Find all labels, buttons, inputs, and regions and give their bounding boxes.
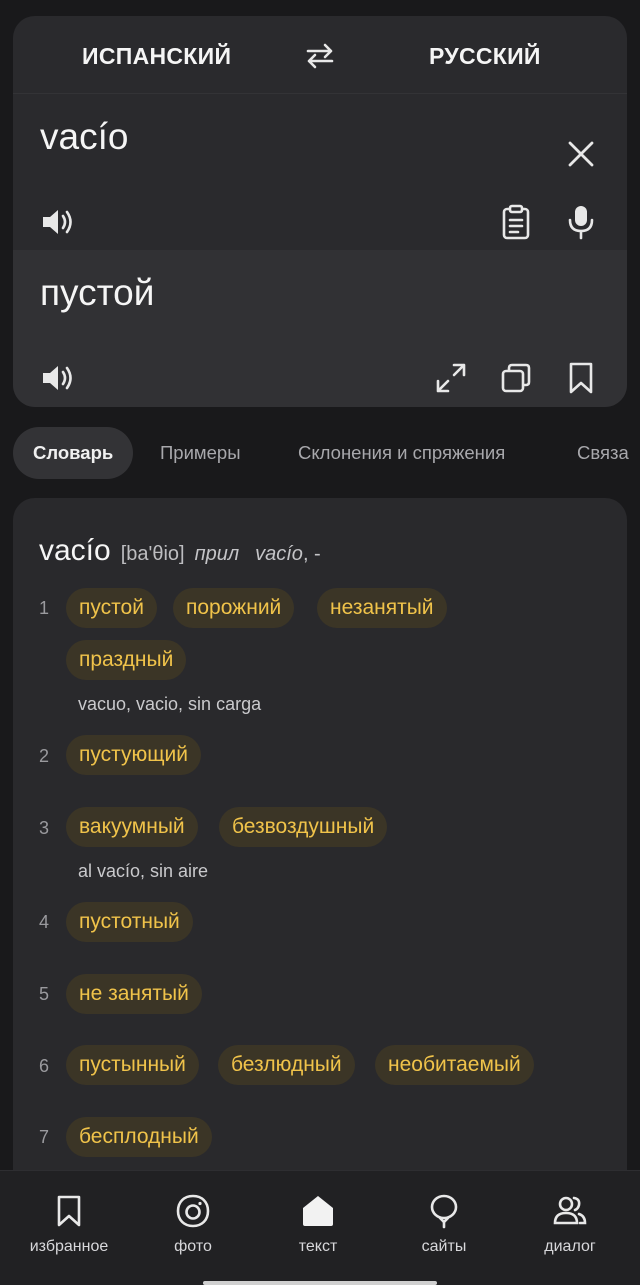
tab-bar: Словарь Примеры Склонения и спряжения Св…	[0, 427, 640, 479]
tab-related[interactable]: Связа	[577, 427, 629, 479]
word-forms[interactable]: vacío	[255, 543, 303, 565]
people-icon	[553, 1196, 587, 1225]
sense-number: 4	[39, 912, 50, 932]
nav-label: избранное	[29, 1238, 109, 1255]
nav-label: диалог	[544, 1238, 596, 1255]
target-language-button[interactable]: РУССКИЙ	[429, 43, 541, 70]
translation-chip[interactable]: безлюдный	[218, 1045, 355, 1085]
translation-chip[interactable]: необитаемый	[375, 1045, 534, 1085]
translation-text: пустой	[40, 272, 155, 313]
tab-examples[interactable]: Примеры	[160, 427, 241, 479]
translation-chip[interactable]: вакуумный	[66, 807, 198, 847]
sense-example: al vacío, sin aire	[78, 861, 209, 881]
dictionary-header: vacío [ba'θio] прил vacío, -	[39, 534, 321, 568]
nav-label: фото	[174, 1238, 212, 1255]
translation-chip[interactable]: пустотный	[66, 902, 193, 942]
microphone-icon[interactable]	[561, 202, 601, 242]
dictionary-card: vacío [ba'θio] прил vacío, - 1 пустой порож…	[13, 498, 627, 1198]
translation-chip[interactable]: порожний	[173, 588, 295, 628]
translation-chip[interactable]: пустынный	[66, 1045, 199, 1085]
nav-photo[interactable]: фото	[129, 1171, 257, 1271]
headword: vacío	[39, 534, 111, 567]
sense-number: 5	[39, 984, 50, 1004]
word-forms-suffix: , -	[302, 543, 321, 565]
sense-number: 3	[39, 818, 50, 838]
camera-icon	[176, 1194, 210, 1228]
bookmark-icon[interactable]	[561, 358, 601, 398]
tab-dictionary[interactable]: Словарь	[13, 427, 134, 479]
nav-text[interactable]: текст	[254, 1171, 382, 1271]
language-bar: ИСПАНСКИЙ РУССКИЙ	[13, 16, 627, 94]
translator-card: ИСПАНСКИЙ РУССКИЙ vacío пустой	[13, 16, 627, 407]
copy-icon[interactable]	[496, 358, 536, 398]
sense-number: 6	[39, 1056, 50, 1076]
bottom-navigation: избранное фото текст сайты диалог	[0, 1170, 640, 1285]
transcription: [ba'θio]	[120, 543, 185, 565]
tab-declensions[interactable]: Склонения и спряжения	[298, 427, 505, 479]
clipboard-icon[interactable]	[496, 202, 536, 242]
nav-label: сайты	[421, 1238, 467, 1255]
sense-number: 2	[39, 746, 50, 766]
fullscreen-icon[interactable]	[431, 358, 471, 398]
translation-chip[interactable]: праздный	[66, 640, 187, 680]
nav-sites[interactable]: сайты	[380, 1171, 508, 1271]
translation-area: пустой	[13, 250, 627, 407]
speaker-icon[interactable]	[38, 202, 78, 242]
translation-chip[interactable]: не занятый	[66, 974, 202, 1014]
translation-chip[interactable]: незанятый	[317, 588, 447, 628]
sense-example: vacuo, vacio, sin carga	[78, 694, 262, 714]
nav-dialog[interactable]: диалог	[506, 1171, 634, 1271]
translation-chip[interactable]: пустующий	[66, 735, 201, 775]
translation-chip[interactable]: бесплодный	[66, 1117, 212, 1157]
part-of-speech: прил	[194, 543, 240, 565]
source-text[interactable]: vacío	[40, 116, 128, 158]
balloon-icon	[430, 1194, 458, 1229]
translation-chip[interactable]: безвоздушный	[219, 807, 388, 847]
nav-label: текст	[298, 1238, 338, 1255]
nav-favorites[interactable]: избранное	[5, 1171, 133, 1271]
sense-number: 1	[39, 598, 50, 618]
source-language-button[interactable]: ИСПАНСКИЙ	[82, 43, 231, 70]
home-icon	[303, 1196, 333, 1226]
source-input-area[interactable]: vacío	[13, 94, 627, 250]
sense-number: 7	[39, 1127, 50, 1147]
swap-arrows-icon[interactable]	[304, 40, 336, 72]
home-indicator	[203, 1281, 437, 1285]
bookmark-icon	[57, 1195, 81, 1227]
translation-chip[interactable]: пустой	[66, 588, 157, 628]
speaker-icon[interactable]	[38, 358, 78, 398]
clear-icon[interactable]	[561, 134, 601, 174]
